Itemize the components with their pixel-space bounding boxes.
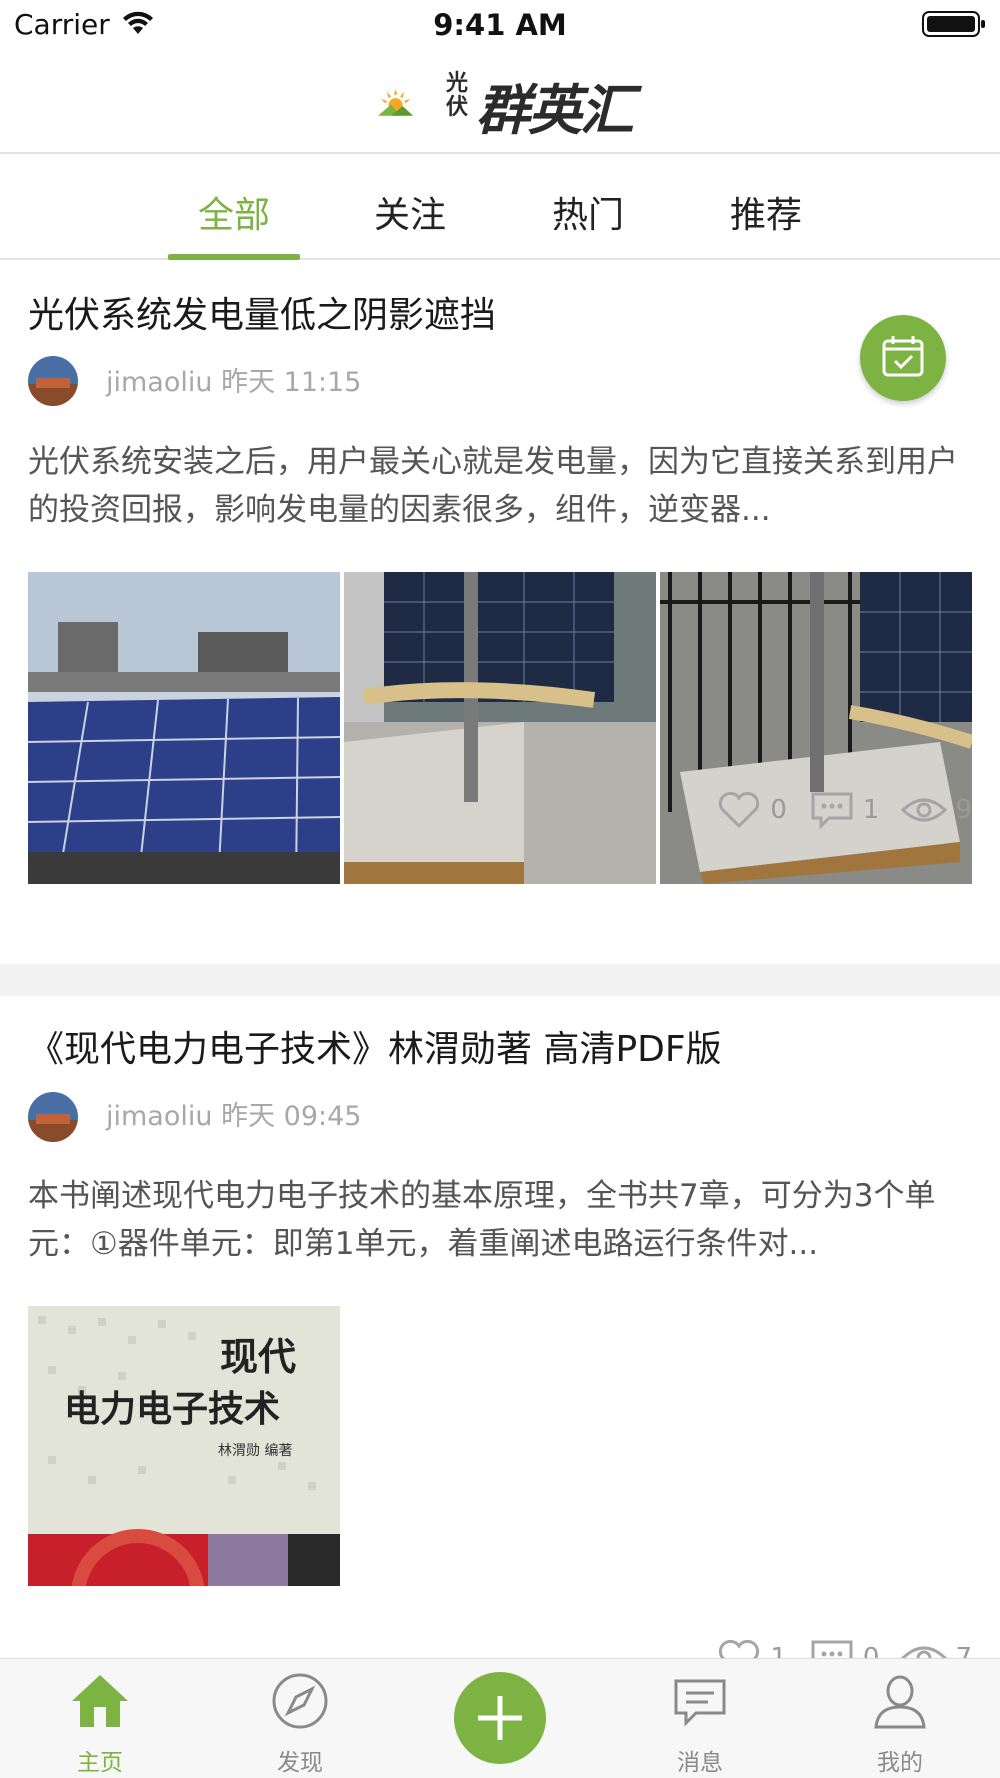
home-icon (72, 1675, 128, 1727)
avatar[interactable] (28, 1092, 78, 1142)
avatar[interactable] (28, 356, 78, 406)
profile-icon (874, 1675, 926, 1729)
logo-text: 群英汇 (476, 79, 634, 142)
message-icon (674, 1679, 726, 1727)
post-card[interactable]: 《现代电力电子技术》林渭勋著 高清PDF版 jimaoliu 昨天 09:45 … (0, 996, 1000, 1678)
heart-icon[interactable] (716, 790, 762, 830)
like-count: 0 (770, 795, 787, 825)
compass-icon (272, 1673, 328, 1729)
tab-bar-label: 消息 (677, 1750, 723, 1776)
post-meta: jimaoliu 昨天 09:45 (106, 1101, 362, 1132)
add-post-button[interactable] (454, 1672, 546, 1764)
book-cover-author: 林渭勋 编著 (218, 1443, 293, 1459)
view-count: 9 (955, 795, 972, 825)
tab-all[interactable]: 全部 (164, 186, 304, 238)
plus-icon (478, 1696, 522, 1740)
tab-bar-profile[interactable]: 我的 (840, 1669, 960, 1778)
book-cover-image[interactable]: 现代 电力电子技术 林渭勋 编著 (28, 1306, 340, 1586)
post-excerpt: 光伏系统安装之后，用户最关心就是发电量，因为它直接关系到用户的投资回报，影响发电… (28, 444, 958, 528)
comment-icon[interactable] (809, 790, 855, 830)
app-header: 光伏 群英汇 (0, 50, 1000, 154)
post-divider (0, 964, 1000, 996)
tab-bar-messages[interactable]: 消息 (640, 1669, 760, 1778)
status-bar: Carrier 9:41 AM (0, 0, 1000, 50)
post-image[interactable] (28, 572, 340, 884)
book-cover-title: 现代 (220, 1334, 297, 1379)
checkin-button[interactable] (860, 315, 946, 401)
feed-tabs: 全部 关注 热门 推荐 (0, 156, 1000, 260)
logo-small-text: 光伏 (446, 71, 469, 120)
tab-bar-label: 主页 (77, 1750, 123, 1776)
tab-bar-discover[interactable]: 发现 (240, 1669, 360, 1778)
active-tab-indicator (168, 254, 300, 260)
post-image[interactable] (344, 572, 656, 884)
book-cover-subtitle: 电力电子技术 (64, 1388, 281, 1430)
comment-count: 1 (862, 795, 880, 825)
tab-bar-label: 我的 (877, 1750, 923, 1776)
eye-icon (901, 798, 948, 822)
status-time: 9:41 AM (433, 8, 567, 42)
tab-bar-label: 发现 (277, 1750, 323, 1776)
post-meta: jimaoliu 昨天 11:15 (106, 367, 362, 398)
tab-bar-home[interactable]: 主页 (40, 1669, 160, 1778)
tab-hot[interactable]: 热门 (518, 186, 658, 238)
post-card[interactable]: 光伏系统发电量低之阴影遮挡 jimaoliu 昨天 11:15 光伏系统安装之后… (0, 262, 1000, 964)
post-title[interactable]: 光伏系统发电量低之阴影遮挡 (28, 286, 496, 338)
tab-following[interactable]: 关注 (340, 186, 480, 238)
post-image[interactable] (660, 572, 972, 884)
tab-recommended[interactable]: 推荐 (696, 186, 836, 238)
calendar-check-icon (882, 336, 924, 377)
post-title[interactable]: 《现代电力电子技术》林渭勋著 高清PDF版 (28, 1020, 722, 1072)
battery-icon (922, 11, 985, 37)
post-excerpt: 本书阐述现代电力电子技术的基本原理，全书共7章，可分为3个单元：①器件单元：即第… (28, 1178, 936, 1262)
post-stats: 0 1 9 (716, 788, 972, 832)
